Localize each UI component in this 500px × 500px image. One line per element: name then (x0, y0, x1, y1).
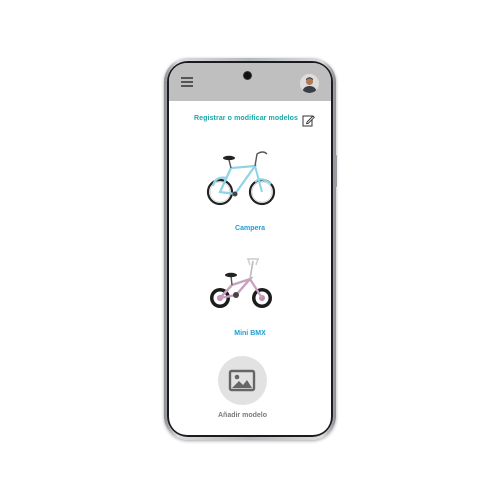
cruiser-bike-image[interactable] (205, 146, 280, 212)
add-model-button[interactable] (218, 356, 267, 405)
top-bar (169, 63, 331, 101)
hamburger-menu-icon[interactable] (181, 77, 193, 87)
front-camera (244, 72, 251, 79)
add-model-label[interactable]: Añadir modelo (169, 412, 316, 419)
phone-side-button (335, 155, 337, 187)
model-label-mini-bmx[interactable]: Mini BMX (169, 330, 331, 337)
app-screen: Registrar o modificar modelos Campera Mi… (169, 63, 331, 435)
user-avatar[interactable] (300, 74, 319, 93)
register-models-link[interactable]: Registrar o modificar modelos (194, 115, 298, 122)
model-label-campera[interactable]: Campera (169, 225, 331, 232)
image-placeholder-icon (228, 369, 256, 392)
avatar-person-icon (300, 74, 319, 93)
bmx-bike-image[interactable] (206, 251, 278, 313)
edit-pencil-icon[interactable] (302, 114, 315, 127)
